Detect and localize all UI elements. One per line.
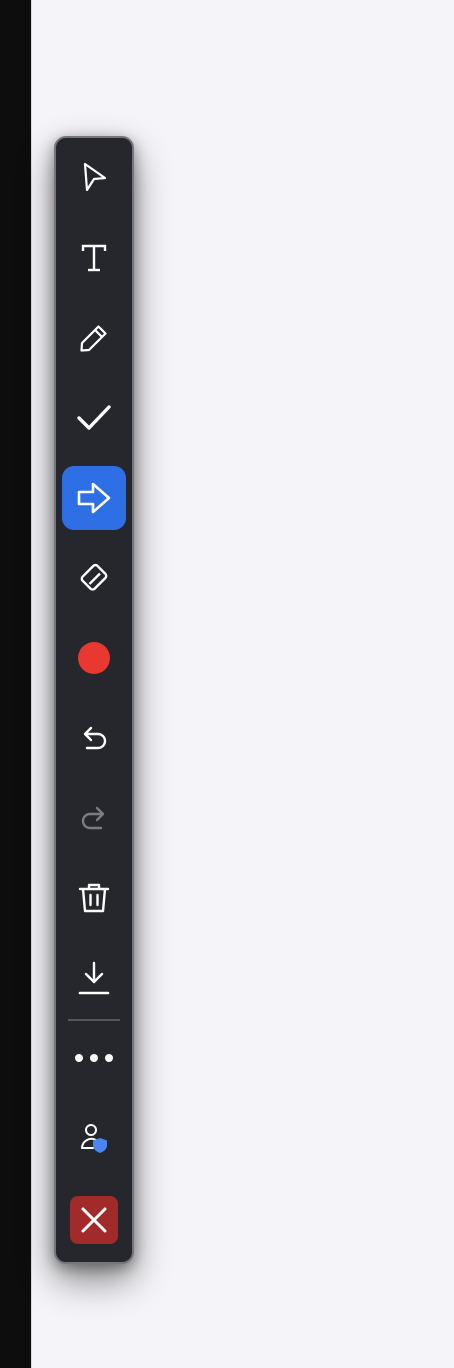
user-shield-icon [81,1124,107,1153]
eraser-tool-button[interactable] [62,546,126,610]
pen-tool-button[interactable] [62,306,126,370]
close-icon [81,1207,107,1233]
text-tool-button[interactable] [62,226,126,290]
pencil-icon [80,325,107,352]
edge-divider [31,0,32,1368]
redo-button[interactable] [62,786,126,850]
toolbar-divider [68,1019,120,1021]
redo-icon [81,806,105,830]
color-swatch-icon [78,642,110,674]
screen [0,0,454,1368]
left-screen-edge [0,0,31,1368]
checkmark-icon [77,405,111,430]
save-button[interactable] [62,946,126,1010]
checkmark-tool-button[interactable] [62,386,126,450]
more-options-button[interactable] [62,1026,126,1090]
delete-button[interactable] [62,866,126,930]
more-icon [75,1054,113,1062]
undo-icon [83,726,107,750]
color-picker-button[interactable] [62,626,126,690]
trash-icon [78,883,110,913]
download-icon [78,961,110,995]
eraser-icon [80,563,108,591]
select-tool-button[interactable] [62,146,126,210]
text-icon [81,244,107,272]
arrow-tool-button[interactable] [62,466,126,530]
arrow-right-icon [77,482,111,514]
pointer-icon [83,162,107,192]
undo-button[interactable] [62,706,126,770]
privacy-button[interactable] [62,1106,126,1170]
annotation-toolbar [54,136,134,1264]
close-button[interactable] [70,1196,118,1244]
